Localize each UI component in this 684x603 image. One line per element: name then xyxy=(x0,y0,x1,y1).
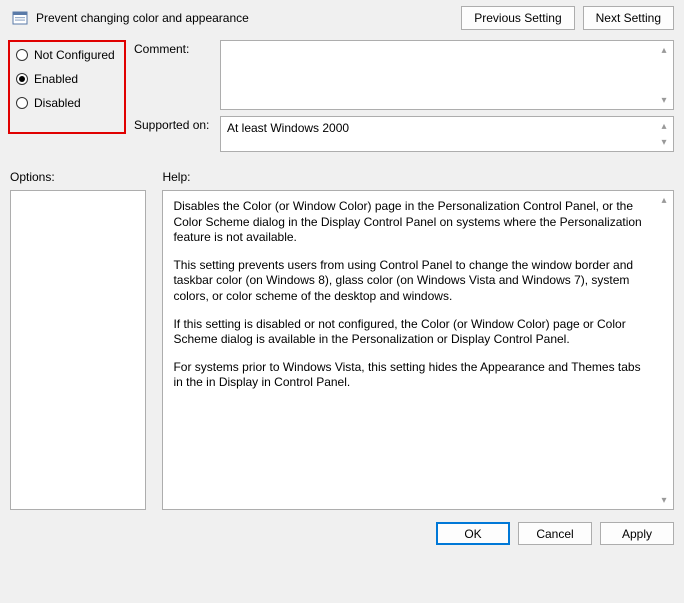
radio-dot-icon xyxy=(16,97,28,109)
dialog-buttons: OK Cancel Apply xyxy=(0,510,684,545)
supported-label: Supported on: xyxy=(134,116,220,132)
scroll-up-icon[interactable]: ▴ xyxy=(656,192,672,208)
cancel-button[interactable]: Cancel xyxy=(518,522,592,545)
radio-dot-icon xyxy=(16,73,28,85)
radio-not-configured[interactable]: Not Configured xyxy=(16,48,118,62)
policy-title: Prevent changing color and appearance xyxy=(36,11,453,25)
help-label: Help: xyxy=(162,170,674,184)
radio-label: Disabled xyxy=(34,96,81,110)
ok-button[interactable]: OK xyxy=(436,522,510,545)
policy-icon xyxy=(12,10,28,26)
apply-button[interactable]: Apply xyxy=(600,522,674,545)
help-text: For systems prior to Windows Vista, this… xyxy=(173,360,649,391)
radio-label: Not Configured xyxy=(34,48,115,62)
scroll-down-icon[interactable]: ▾ xyxy=(656,134,672,150)
supported-on-field: At least Windows 2000 ▴ ▾ xyxy=(220,116,674,152)
radio-disabled[interactable]: Disabled xyxy=(16,96,118,110)
options-panel xyxy=(10,190,146,510)
supported-on-value: At least Windows 2000 xyxy=(221,117,673,139)
radio-dot-icon xyxy=(16,49,28,61)
radio-enabled[interactable]: Enabled xyxy=(16,72,118,86)
help-text: If this setting is disabled or not confi… xyxy=(173,317,649,348)
scroll-up-icon[interactable]: ▴ xyxy=(656,42,672,58)
radio-label: Enabled xyxy=(34,72,78,86)
header-row: Prevent changing color and appearance Pr… xyxy=(0,0,684,40)
previous-setting-button[interactable]: Previous Setting xyxy=(461,6,574,30)
comment-label: Comment: xyxy=(134,40,220,56)
scroll-down-icon[interactable]: ▾ xyxy=(656,492,672,508)
comment-textarea[interactable]: ▴ ▾ xyxy=(220,40,674,110)
scroll-up-icon[interactable]: ▴ xyxy=(656,118,672,134)
state-radio-group: Not Configured Enabled Disabled xyxy=(8,40,126,134)
help-text: Disables the Color (or Window Color) pag… xyxy=(173,199,649,246)
help-text: This setting prevents users from using C… xyxy=(173,258,649,305)
help-panel: Disables the Color (or Window Color) pag… xyxy=(162,190,674,510)
options-label: Options: xyxy=(10,170,146,184)
scroll-down-icon[interactable]: ▾ xyxy=(656,92,672,108)
next-setting-button[interactable]: Next Setting xyxy=(583,6,674,30)
